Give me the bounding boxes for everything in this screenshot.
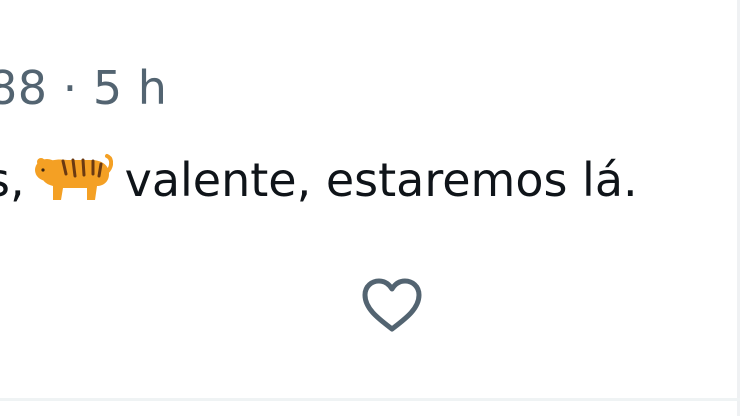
reply-text: s, valente, estaremos lá.	[0, 150, 638, 210]
reply-text-start: s,	[0, 153, 25, 207]
heart-outline-icon	[359, 277, 425, 339]
reply-card: 88 · 5 h s, valente, estaremos lá.	[0, 0, 740, 416]
tiger-icon	[33, 150, 113, 204]
reply-meta-text: 88 · 5 h	[0, 61, 168, 115]
reply-meta: 88 · 5 h	[0, 58, 167, 118]
reply-text-end: valente, estaremos lá.	[124, 153, 638, 207]
reply-divider	[0, 398, 740, 401]
like-button[interactable]	[356, 276, 428, 340]
